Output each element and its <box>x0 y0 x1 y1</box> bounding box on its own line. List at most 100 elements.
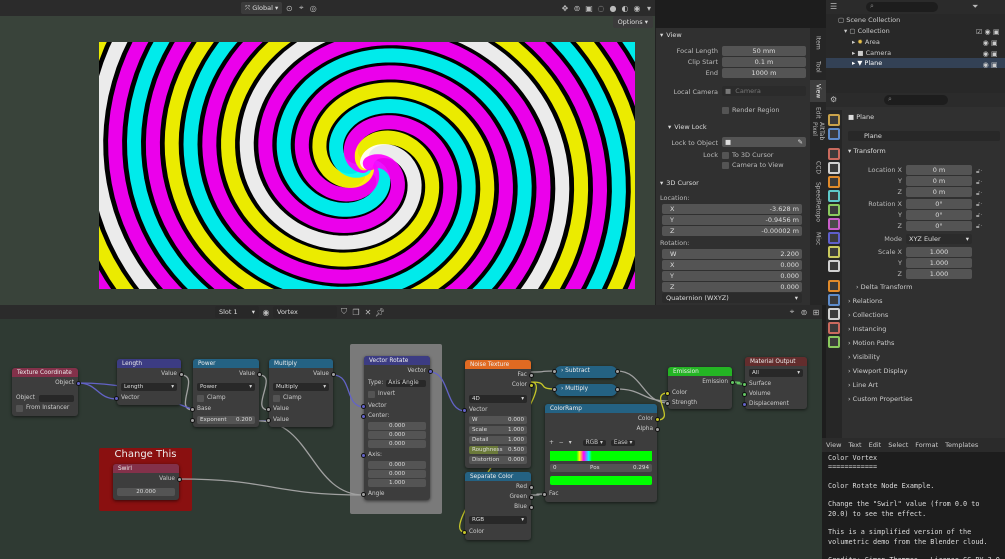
input-socket[interactable] <box>542 492 547 497</box>
node-editor-canvas[interactable]: Change This Texture Coordinate Object Ob… <box>0 319 822 559</box>
w-field[interactable]: W 0.000 <box>469 416 527 424</box>
input-socket[interactable] <box>552 369 557 374</box>
rotation-mode-dropdown[interactable]: XYZ Euler ▾ <box>906 234 972 244</box>
input-socket[interactable] <box>361 404 366 409</box>
cursor-rot-w-field[interactable]: W 2.200 <box>662 249 802 259</box>
target-dropdown[interactable]: All ▾ <box>749 369 803 377</box>
clip-end-field[interactable]: 1000 m <box>722 68 806 78</box>
text-editor[interactable]: View Text Edit Select Format Templates Color … <box>822 438 1005 559</box>
axis-y-field[interactable]: 0.000 <box>368 470 426 478</box>
cursor-y-field[interactable]: Y -0.9456 m <box>662 215 802 225</box>
view-lock-section-header[interactable]: ▾ View Lock <box>668 123 707 131</box>
output-socket[interactable] <box>179 372 184 377</box>
properties-tab-icon[interactable] <box>828 176 840 188</box>
instancing-panel[interactable]: › Instancing <box>848 325 886 333</box>
menu-item[interactable]: View <box>826 441 841 449</box>
properties-tab-icon[interactable] <box>828 148 840 160</box>
properties-search-input[interactable]: ⌕ <box>884 95 948 105</box>
input-socket[interactable] <box>114 396 119 401</box>
input-socket[interactable] <box>361 492 366 497</box>
texture-coordinate-node[interactable]: Texture Coordinate Object Object From In… <box>12 368 81 416</box>
collections-panel[interactable]: › Collections <box>848 311 888 319</box>
shading-material-icon[interactable]: ◐ <box>619 2 631 14</box>
type-row[interactable]: Type: Axis Angle <box>368 379 426 387</box>
output-socket[interactable] <box>615 387 620 392</box>
swirl-value-field[interactable]: 20.000 <box>117 488 175 496</box>
distortion-field[interactable]: Distortion 0.000 <box>469 456 527 464</box>
properties-tab-icon[interactable] <box>828 190 840 202</box>
sidebar-tab[interactable]: SpeedRetopo <box>810 178 826 226</box>
scale-y-field[interactable]: 1.000 <box>906 258 972 268</box>
motion-paths-panel[interactable]: › Motion Paths <box>848 339 894 347</box>
cursor-rot-x-field[interactable]: X 0.000 <box>662 260 802 270</box>
outliner-search-input[interactable]: ⌕ <box>866 2 938 12</box>
scale-field[interactable]: Scale 1.000 <box>469 426 527 434</box>
remove-stop-icon[interactable]: − <box>559 440 564 446</box>
object-name-field[interactable]: Plane <box>848 131 1000 141</box>
lock-toggles[interactable]: 🔓︎· 🔓︎· 🔓︎· 🔓︎· 🔓︎· 🔓︎· <box>976 166 982 232</box>
material-name-field[interactable]: Vortex <box>273 306 337 318</box>
viewport-3d[interactable]: ⤧ Global ▾ ⊙ ⌖ ◎ ✥ ⊚ ▣ ◌ ● ◐ ◉ ▾ Options … <box>0 0 655 305</box>
emission-node[interactable]: Emission Emission Color Strength <box>665 367 735 409</box>
input-socket[interactable] <box>552 387 557 392</box>
menu-item[interactable]: Edit <box>869 441 882 449</box>
input-socket[interactable] <box>742 402 747 407</box>
input-socket[interactable] <box>190 407 195 412</box>
properties-tab-icon[interactable] <box>828 322 840 334</box>
sidebar-tab[interactable]: CCD <box>810 156 826 178</box>
cursor-rot-z-field[interactable]: Z 0.000 <box>662 282 802 292</box>
properties-tab-icon[interactable] <box>828 308 840 320</box>
gizmo-icon[interactable]: ✥ <box>559 2 571 14</box>
material-output-node[interactable]: Material Output All ▾ Surface Volume Disp… <box>742 357 807 409</box>
color-mode-dropdown[interactable]: RGB ▾ <box>582 440 606 446</box>
outliner-item-area[interactable]: ▸ ✹ Area <box>852 38 880 46</box>
properties-tab-icon[interactable] <box>828 336 840 348</box>
clip-start-field[interactable]: 0.1 m <box>722 57 806 67</box>
menu-item[interactable]: Templates <box>945 441 978 449</box>
operation-dropdown[interactable]: Multiply ▾ <box>273 383 329 391</box>
properties-tab-icon[interactable] <box>828 162 840 174</box>
outliner-item-camera[interactable]: ▸ ■ Camera <box>852 49 891 57</box>
multiply-collapsed-node[interactable]: › Multiply <box>552 384 620 396</box>
chevron-down-icon[interactable]: ▾ <box>569 440 572 446</box>
fake-user-icon[interactable]: ⛉ <box>338 306 350 318</box>
sidebar-tab[interactable]: AltTab Pixel <box>810 122 826 144</box>
render-region-checkbox[interactable]: Render Region <box>722 106 779 114</box>
overlay-icon[interactable]: ⊚ <box>798 306 810 318</box>
detail-field[interactable]: Detail 1.000 <box>469 436 527 444</box>
sidebar-tab[interactable]: Misc <box>810 228 826 250</box>
proportional-edit-icon[interactable]: ◎ <box>307 2 319 14</box>
power-node[interactable]: Power Value Power ▾ Clamp Base Exponent 0.… <box>190 359 262 427</box>
cursor-x-field[interactable]: X -3.628 m <box>662 204 802 214</box>
vector-rotate-node[interactable]: Vector Rotate Vector Type: Axis Angle Inv… <box>361 356 433 500</box>
cursor-rot-y-field[interactable]: Y 0.000 <box>662 271 802 281</box>
center-z-field[interactable]: 0.000 <box>368 440 426 448</box>
output-socket[interactable] <box>177 477 182 482</box>
sidebar-tab[interactable]: Tool <box>810 56 826 78</box>
operation-dropdown[interactable]: Length ▾ <box>121 383 177 391</box>
text-content[interactable]: Color Vortex ============ Color Rotate No… <box>828 454 1000 559</box>
custom-properties-panel[interactable]: › Custom Properties <box>848 395 913 403</box>
separate-color-node[interactable]: Separate Color Red Green Blue RGB ▾ Color <box>462 472 534 540</box>
stop-color-swatch[interactable] <box>550 476 652 485</box>
3d-cursor-section-header[interactable]: ▾ 3D Cursor <box>660 179 699 187</box>
exponent-field[interactable]: Exponent 0.200 <box>197 416 255 424</box>
output-socket[interactable] <box>730 380 735 385</box>
sidebar-tab[interactable]: Edit <box>810 102 826 124</box>
delta-transform-panel[interactable]: › Delta Transform <box>856 283 912 291</box>
swirl-value-node[interactable]: Swirl Value 20.000 <box>113 464 182 500</box>
input-socket[interactable] <box>190 418 195 423</box>
camera-to-view-checkbox[interactable]: Camera to View <box>722 161 784 169</box>
properties-tab-icon[interactable] <box>828 232 840 244</box>
output-socket[interactable] <box>529 485 534 490</box>
shading-wireframe-icon[interactable]: ◌ <box>595 2 607 14</box>
colorramp-node[interactable]: ColorRamp Color Alpha + − ▾ RGB ▾ Ease ▾… <box>542 404 660 502</box>
output-socket[interactable] <box>428 369 433 374</box>
output-socket[interactable] <box>529 383 534 388</box>
roughness-field[interactable]: Roughness 0.500 <box>469 446 527 454</box>
input-socket[interactable] <box>462 530 467 535</box>
collection-row[interactable]: ▾ ▢ Collection <box>844 27 890 35</box>
rotation-x-field[interactable]: 0° <box>906 199 972 209</box>
input-socket[interactable] <box>665 391 670 396</box>
output-socket[interactable] <box>529 373 534 378</box>
